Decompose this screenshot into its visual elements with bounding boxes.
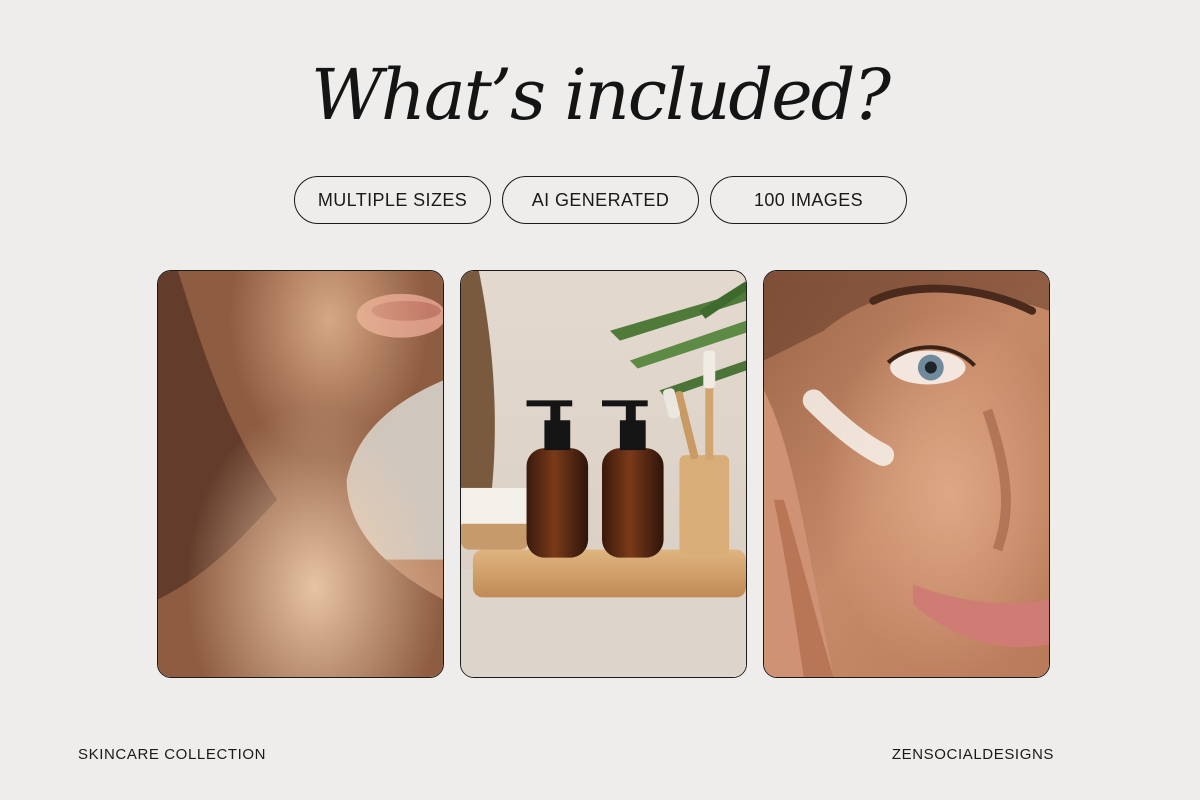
- collection-label: SKINCARE COLLECTION: [78, 746, 267, 763]
- page-title: What’s included?: [310, 54, 891, 136]
- photo-face-cream: [763, 270, 1050, 678]
- neck-skin-image: [158, 271, 443, 677]
- face-cream-image: [764, 271, 1049, 677]
- photo-gallery: [157, 270, 1050, 678]
- feature-pills: MULTIPLE SIZES AI GENERATED 100 IMAGES: [294, 176, 907, 224]
- skincare-products-image: [461, 271, 746, 677]
- photo-neck-skin: [157, 270, 444, 678]
- feature-pill-ai-generated: AI GENERATED: [502, 176, 699, 224]
- photo-skincare-products: [460, 270, 747, 678]
- brand-label: ZENSOCIALDESIGNS: [891, 746, 1054, 763]
- feature-pill-100-images: 100 IMAGES: [710, 176, 907, 224]
- feature-pill-multiple-sizes: MULTIPLE SIZES: [294, 176, 491, 224]
